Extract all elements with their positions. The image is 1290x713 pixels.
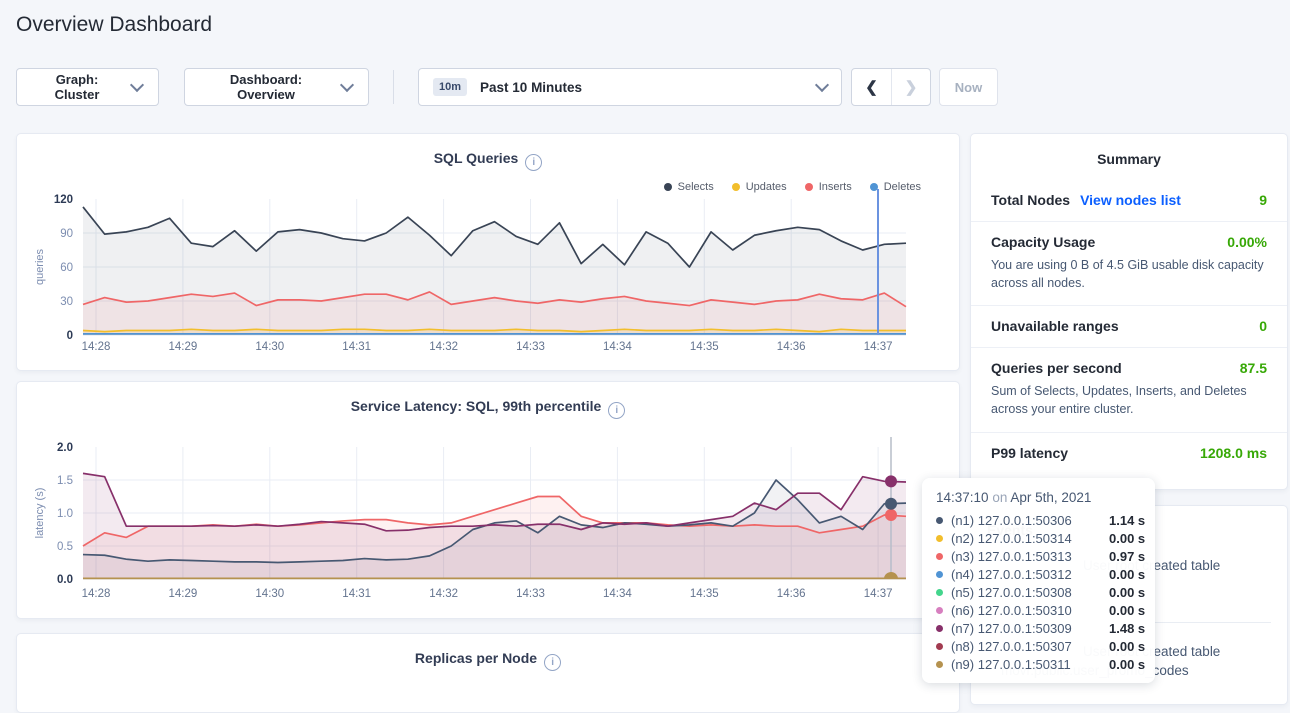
tooltip-row-n7: (n7) 127.0.0.1:503091.48 s	[936, 619, 1141, 637]
svg-text:14:36: 14:36	[777, 588, 806, 600]
svg-text:14:29: 14:29	[169, 341, 198, 353]
graph-selector-label: Graph: Cluster	[33, 72, 121, 102]
node-color-dot-icon	[936, 535, 943, 542]
chart-tooltip: 14:37:10 on Apr 5th, 2021 (n1) 127.0.0.1…	[922, 478, 1155, 683]
page-title: Overview Dashboard	[16, 13, 212, 37]
time-prev-button[interactable]: ❮	[852, 69, 891, 105]
graph-selector-dropdown[interactable]: Graph: Cluster	[16, 68, 159, 106]
toolbar-divider	[393, 70, 394, 104]
tooltip-row-n8: (n8) 127.0.0.1:503070.00 s	[936, 637, 1141, 655]
tooltip-timestamp: 14:37:10 on Apr 5th, 2021	[936, 490, 1141, 505]
svg-text:1.5: 1.5	[57, 475, 73, 487]
svg-text:latency (s): latency (s)	[34, 488, 46, 539]
svg-text:0: 0	[67, 330, 73, 342]
svg-text:0.5: 0.5	[57, 541, 73, 553]
svg-text:0.0: 0.0	[57, 574, 73, 586]
svg-text:14:32: 14:32	[429, 341, 458, 353]
node-color-dot-icon	[936, 661, 943, 668]
unavailable-ranges-label: Unavailable ranges	[991, 318, 1119, 334]
total-nodes-label: Total Nodes	[991, 192, 1070, 208]
time-nav-group: ❮ ❯	[851, 68, 931, 106]
dashboard-selector-label: Dashboard: Overview	[201, 72, 331, 102]
tooltip-row-n6: (n6) 127.0.0.1:503100.00 s	[936, 601, 1141, 619]
svg-text:queries: queries	[34, 248, 46, 285]
summary-row-total-nodes: Total Nodes View nodes list 9	[971, 180, 1287, 222]
svg-text:120: 120	[54, 194, 73, 206]
tooltip-row-n3: (n3) 127.0.0.1:503130.97 s	[936, 547, 1141, 565]
svg-text:14:37: 14:37	[864, 588, 893, 600]
sql-queries-card: SQL Queries Selects Updates Inserts Dele…	[16, 133, 960, 371]
summary-row-p99-latency: P99 latency 1208.0 ms	[971, 433, 1287, 474]
p99-latency-value: 1208.0 ms	[1200, 445, 1267, 461]
summary-row-queries-per-second: Queries per second 87.5 Sum of Selects, …	[971, 348, 1287, 432]
tooltip-row-n4: (n4) 127.0.0.1:503120.00 s	[936, 565, 1141, 583]
chevron-down-icon	[130, 78, 144, 92]
capacity-usage-description: You are using 0 B of 4.5 GiB usable disk…	[991, 256, 1267, 292]
svg-text:14:34: 14:34	[603, 341, 632, 353]
time-next-button[interactable]: ❯	[891, 69, 930, 105]
queries-per-second-value: 87.5	[1240, 360, 1267, 376]
svg-text:1.0: 1.0	[57, 508, 73, 520]
svg-text:14:28: 14:28	[82, 588, 111, 600]
node-color-dot-icon	[936, 553, 943, 560]
svg-text:14:30: 14:30	[255, 588, 284, 600]
info-icon[interactable]	[544, 654, 561, 671]
svg-text:30: 30	[60, 296, 73, 308]
chevron-down-icon	[340, 78, 354, 92]
unavailable-ranges-value: 0	[1259, 318, 1267, 334]
svg-text:14:32: 14:32	[429, 588, 458, 600]
queries-per-second-label: Queries per second	[991, 360, 1122, 376]
service-latency-chart[interactable]: 14:28 14:29 14:30 14:31 14:32 14:33 14:34 14:35…	[17, 382, 961, 620]
svg-text:14:34: 14:34	[603, 588, 632, 600]
p99-latency-label: P99 latency	[991, 445, 1068, 461]
svg-text:2.0: 2.0	[57, 442, 73, 454]
chevron-down-icon	[815, 78, 829, 92]
svg-text:14:31: 14:31	[342, 341, 371, 353]
summary-title: Summary	[971, 134, 1287, 180]
capacity-usage-value: 0.00%	[1227, 234, 1267, 250]
time-window-badge: 10m	[433, 78, 467, 96]
node-color-dot-icon	[936, 607, 943, 614]
svg-text:14:28: 14:28	[82, 341, 111, 353]
svg-text:14:35: 14:35	[690, 588, 719, 600]
replicas-per-node-card: Replicas per Node	[16, 633, 960, 713]
tooltip-row-n2: (n2) 127.0.0.1:503140.00 s	[936, 529, 1141, 547]
now-button[interactable]: Now	[939, 68, 998, 106]
replicas-per-node-title: Replicas per Node	[17, 650, 959, 671]
svg-text:14:33: 14:33	[516, 341, 545, 353]
summary-panel: Summary Total Nodes View nodes list 9 Ca…	[970, 133, 1288, 490]
svg-text:14:33: 14:33	[516, 588, 545, 600]
tooltip-row-n5: (n5) 127.0.0.1:503080.00 s	[936, 583, 1141, 601]
svg-text:14:37: 14:37	[864, 341, 893, 353]
capacity-usage-label: Capacity Usage	[991, 234, 1095, 250]
summary-row-capacity-usage: Capacity Usage 0.00% You are using 0 B o…	[971, 222, 1287, 306]
queries-per-second-description: Sum of Selects, Updates, Inserts, and De…	[991, 382, 1267, 418]
view-nodes-list-link[interactable]: View nodes list	[1080, 192, 1181, 208]
node-color-dot-icon	[936, 571, 943, 578]
node-color-dot-icon	[936, 517, 943, 524]
svg-text:14:35: 14:35	[690, 341, 719, 353]
node-color-dot-icon	[936, 643, 943, 650]
node-color-dot-icon	[936, 625, 943, 632]
tooltip-row-n9: (n9) 127.0.0.1:503110.00 s	[936, 655, 1141, 673]
svg-text:14:30: 14:30	[255, 341, 284, 353]
summary-row-unavailable-ranges: Unavailable ranges 0	[971, 306, 1287, 348]
node-color-dot-icon	[936, 589, 943, 596]
svg-text:90: 90	[60, 228, 73, 240]
service-latency-card: Service Latency: SQL, 99th percentile 14…	[16, 381, 960, 619]
time-window-label: Past 10 Minutes	[480, 80, 582, 95]
time-window-selector[interactable]: 10m Past 10 Minutes	[418, 68, 842, 106]
dashboard-selector-dropdown[interactable]: Dashboard: Overview	[184, 68, 369, 106]
tooltip-row-n1: (n1) 127.0.0.1:503061.14 s	[936, 511, 1141, 529]
total-nodes-value: 9	[1259, 192, 1267, 208]
svg-text:14:36: 14:36	[777, 341, 806, 353]
svg-text:60: 60	[60, 262, 73, 274]
svg-text:14:31: 14:31	[342, 588, 371, 600]
svg-text:14:29: 14:29	[169, 588, 198, 600]
sql-queries-chart[interactable]: 14:28 14:29 14:30 14:31 14:32 14:33 14:34 14:35…	[17, 134, 961, 372]
